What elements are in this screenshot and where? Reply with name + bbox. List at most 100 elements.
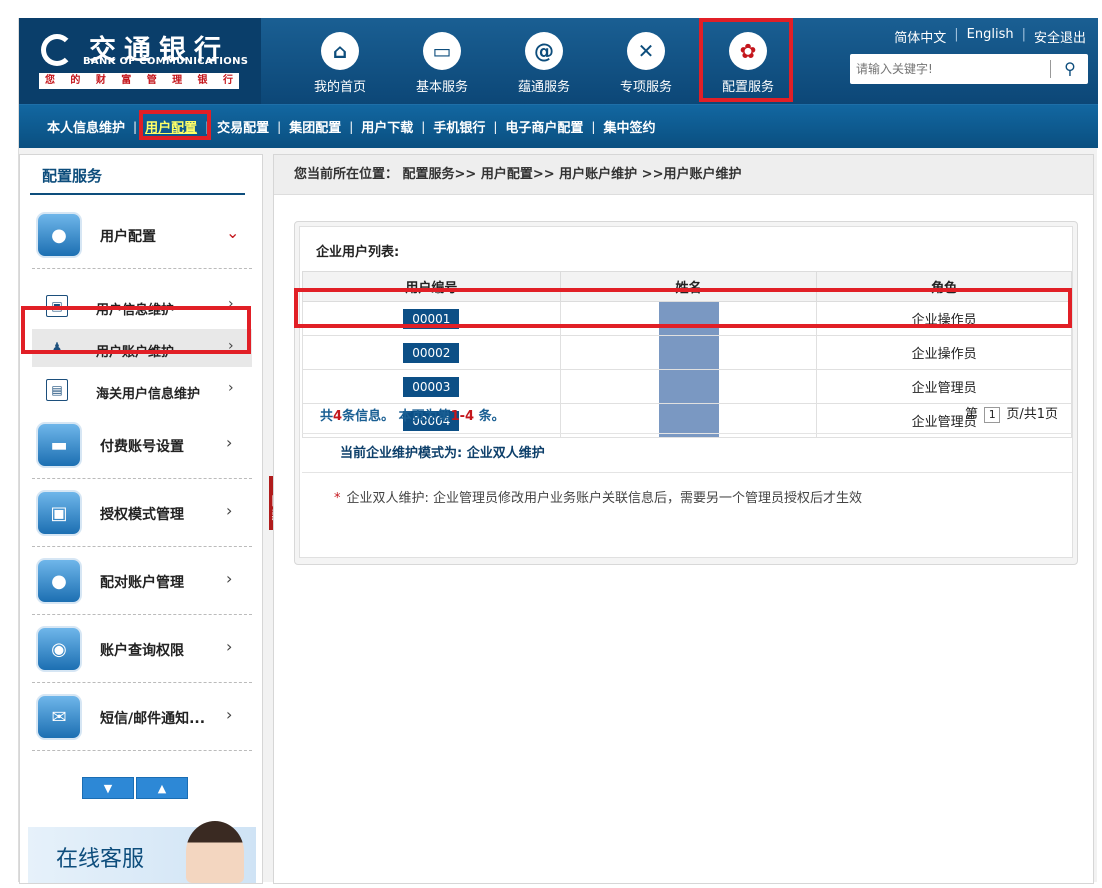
scroll-down-button[interactable]: ▼ (82, 777, 134, 799)
monitor-icon: ▭ (423, 32, 461, 70)
sidebar-item-auth-mode[interactable]: ▣ 授权模式管理 › (32, 481, 252, 547)
sidebar-item-query-permission[interactable]: ◉ 账户查询权限 › (32, 617, 252, 683)
summary-range: 1-4 (450, 409, 475, 424)
subnav-user-config[interactable]: 用户配置 (137, 117, 205, 136)
chevron-right-icon: › (228, 296, 234, 312)
card-gear-icon: ▬ (36, 422, 82, 468)
page-indicator: 第 1 页/共1页 (965, 403, 1058, 423)
message-icon: ✉ (36, 694, 82, 740)
column-header: 角色 (816, 271, 1072, 302)
sub-nav: 本人信息维护 | 用户配置 | 交易配置 | 集团配置 | 用户下载 | 手机银… (19, 104, 1098, 148)
sidebar-item-sms-email[interactable]: ✉ 短信/邮件通知... › (32, 685, 252, 751)
subnav-central-signing[interactable]: 集中签约 (595, 117, 663, 136)
note-text: 企业双人维护: 企业管理员修改用户业务账户关联信息后，需要另一个管理员授权后才生… (346, 491, 863, 506)
chevron-right-icon: › (226, 637, 233, 656)
id-badge-icon: ▣ (36, 490, 82, 536)
user-id-link[interactable]: 00003 (403, 376, 460, 397)
sidebar-item-label: 用户配置 (100, 229, 156, 245)
search-box: ⚲ (850, 54, 1088, 84)
chevron-down-icon: ⌄ (226, 223, 240, 242)
divider (1050, 60, 1051, 78)
cell-user-id: 00003 (302, 369, 561, 404)
record-summary: 共4条信息。 本页为第1-4 条。 (320, 405, 505, 424)
user-edit-icon: ♟ (51, 340, 63, 354)
nav-label: 基本服务 (415, 80, 468, 95)
agent-avatar (186, 821, 244, 883)
lang-english-link[interactable]: English (967, 27, 1014, 46)
nav-special-service[interactable]: ✕ 专项服务 (595, 18, 697, 104)
user-id-link[interactable]: 00001 (403, 308, 460, 329)
cell-user-id: 00001 (302, 301, 561, 336)
page-number-input[interactable]: 1 (984, 407, 1001, 423)
summary-count: 4 (333, 409, 343, 424)
bank-slogan: 您 的 财 富 管 理 银 行 (39, 73, 239, 89)
sidebar-scroll-controls: ▼ ▲ (82, 777, 188, 799)
page-text: 第 (965, 407, 979, 422)
nav-config-service[interactable]: ✿ 配置服务 (697, 18, 799, 104)
summary-text: 共 (320, 409, 334, 424)
nav-my-home[interactable]: ⌂ 我的首页 (289, 18, 391, 104)
maintenance-mode: 当前企业维护模式为: 企业双人维护 (302, 433, 1072, 473)
subnav-mobile-bank[interactable]: 手机银行 (425, 117, 493, 136)
sidebar-item-label: 配对账户管理 (100, 575, 184, 591)
user-list-inner: 企业用户列表: 用户编号 姓名 角色 00001 企业操作员 00002 企业操… (299, 226, 1073, 558)
sidebar-item-label: 海关用户信息维护 (96, 387, 201, 402)
slogan-char: 理 (172, 75, 183, 86)
chevron-right-icon: › (228, 380, 234, 396)
cell-name (559, 301, 818, 336)
subnav-merchant-config[interactable]: 电子商户配置 (497, 117, 591, 136)
online-service-banner[interactable]: 在线客服 (28, 821, 256, 883)
online-service-label: 在线客服 (56, 847, 145, 872)
page-text: 页/共1页 (1006, 407, 1058, 422)
cell-name (559, 335, 818, 370)
sidebar: 配置服务 ● 用户配置 ⌄ ▣ 用户信息维护 › ♟ 用户账户维护 › ▤ 海关… (19, 154, 263, 884)
cell-role: 企业操作员 (816, 301, 1072, 336)
cell-role: 企业管理员 (816, 369, 1072, 404)
customs-card-icon: ▤ (46, 379, 68, 401)
maintenance-note: * 企业双人维护: 企业管理员修改用户业务账户关联信息后，需要另一个管理员授权后才… (334, 487, 862, 506)
nav-basic-service[interactable]: ▭ 基本服务 (391, 18, 493, 104)
slogan-char: 富 (121, 75, 132, 86)
subnav-group-config[interactable]: 集团配置 (281, 117, 349, 136)
sidebar-item-user-info[interactable]: ▣ 用户信息维护 › (32, 287, 252, 325)
sidebar-item-payment-account[interactable]: ▬ 付费账号设置 › (32, 413, 252, 479)
search-icon[interactable]: ⚲ (1059, 58, 1081, 80)
subnav-personal-info[interactable]: 本人信息维护 (39, 117, 133, 136)
chevron-right-icon: › (226, 705, 233, 724)
redacted-name (658, 370, 719, 403)
nav-label: 我的首页 (313, 80, 366, 95)
lang-chinese-link[interactable]: 简体中文 (894, 27, 946, 46)
sidebar-item-label: 用户信息维护 (96, 303, 175, 318)
sidebar-item-label: 授权模式管理 (100, 507, 184, 523)
slogan-char: 管 (146, 75, 157, 86)
bank-logo[interactable]: 交通银行 BANK OF COMMUNICATIONS 您 的 财 富 管 理 … (19, 18, 261, 104)
sidebar-item-user-account[interactable]: ♟ 用户账户维护 › (32, 329, 252, 367)
sidebar-title: 配置服务 (30, 165, 245, 195)
slogan-char: 行 (222, 75, 233, 86)
table-row[interactable]: 00002 企业操作员 (302, 335, 1072, 370)
home-icon: ⌂ (321, 32, 359, 70)
table-row[interactable]: 00001 企业操作员 (302, 301, 1072, 336)
sidebar-group-user-config[interactable]: ● 用户配置 ⌄ (32, 203, 252, 269)
sidebar-item-label: 付费账号设置 (100, 439, 184, 455)
nav-label: 配置服务 (721, 80, 774, 95)
user-list-panel: 企业用户列表: 用户编号 姓名 角色 00001 企业操作员 00002 企业操… (294, 221, 1078, 565)
bank-logo-icon (41, 34, 73, 66)
scroll-up-button[interactable]: ▲ (136, 777, 188, 799)
column-header: 姓名 (559, 271, 818, 302)
table-row[interactable]: 00003 企业管理员 (302, 369, 1072, 404)
user-id-link[interactable]: 00002 (403, 342, 460, 363)
cell-role: 企业操作员 (816, 335, 1072, 370)
nav-yuntong-service[interactable]: @ 蕴通服务 (493, 18, 595, 104)
sidebar-item-customs-user[interactable]: ▤ 海关用户信息维护 › (32, 371, 252, 409)
summary-text: 条。 (474, 409, 505, 424)
subnav-user-download[interactable]: 用户下载 (353, 117, 421, 136)
chevron-right-icon: › (228, 338, 234, 354)
subnav-trade-config[interactable]: 交易配置 (209, 117, 277, 136)
search-input[interactable] (856, 59, 1046, 79)
logout-link[interactable]: 安全退出 (1034, 27, 1086, 46)
column-header: 用户编号 (302, 271, 561, 302)
divider: | (954, 27, 959, 42)
redacted-name (658, 336, 719, 369)
sidebar-item-paired-account[interactable]: ● 配对账户管理 › (32, 549, 252, 615)
